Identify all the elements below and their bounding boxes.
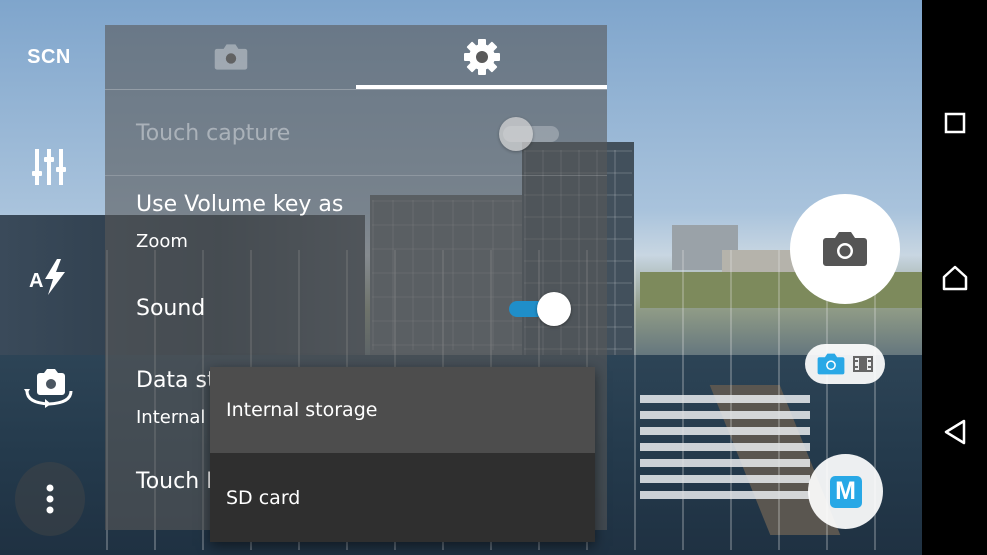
storage-option-sd-card[interactable]: SD card xyxy=(210,453,595,542)
photo-video-mode-switch[interactable] xyxy=(805,344,885,384)
volume-key-setting[interactable]: Use Volume key as Zoom xyxy=(105,176,607,256)
shutter-button[interactable] xyxy=(790,194,900,304)
back-button[interactable] xyxy=(922,402,987,462)
home-icon xyxy=(942,265,967,291)
sound-label: Sound xyxy=(136,296,206,321)
storage-option-label: SD card xyxy=(226,486,301,509)
back-triangle-icon xyxy=(944,419,965,445)
switch-camera-button[interactable] xyxy=(22,367,76,409)
adjust-button[interactable] xyxy=(26,146,72,188)
scene-button[interactable]: SCN xyxy=(18,40,80,74)
data-storage-popup: Internal storage SD card xyxy=(210,367,595,542)
more-options-button[interactable] xyxy=(15,462,85,536)
camera-icon xyxy=(214,44,247,70)
scene-label: SCN xyxy=(27,45,71,68)
home-button[interactable] xyxy=(922,248,987,308)
manual-mode-button[interactable]: M xyxy=(808,454,883,529)
flash-auto-letter: A xyxy=(29,270,43,292)
recents-button[interactable] xyxy=(922,93,987,153)
camera-icon xyxy=(823,232,867,266)
flash-button[interactable]: A xyxy=(26,256,72,298)
manual-mode-label: M xyxy=(829,475,862,508)
sliders-icon xyxy=(32,149,66,185)
volume-key-value: Zoom xyxy=(136,231,188,252)
touch-capture-label: Touch capture xyxy=(136,121,291,146)
tab-camera-settings[interactable] xyxy=(105,25,356,89)
storage-option-internal[interactable]: Internal storage xyxy=(210,367,595,453)
auto-flash-icon: A xyxy=(29,259,65,295)
film-icon[interactable] xyxy=(852,355,874,373)
gear-icon xyxy=(463,39,500,75)
touch-capture-toggle[interactable] xyxy=(499,116,565,152)
storage-option-label: Internal storage xyxy=(226,399,378,421)
system-navigation-bar xyxy=(922,0,987,555)
settings-tabs xyxy=(105,25,607,89)
switch-camera-icon xyxy=(24,369,73,408)
camera-icon[interactable] xyxy=(817,353,845,375)
more-vertical-icon xyxy=(46,484,54,514)
tab-divider xyxy=(105,89,607,90)
volume-key-label: Use Volume key as xyxy=(136,192,344,217)
sound-toggle[interactable] xyxy=(505,291,571,327)
square-icon xyxy=(944,112,965,134)
tab-general-settings[interactable] xyxy=(356,25,607,89)
